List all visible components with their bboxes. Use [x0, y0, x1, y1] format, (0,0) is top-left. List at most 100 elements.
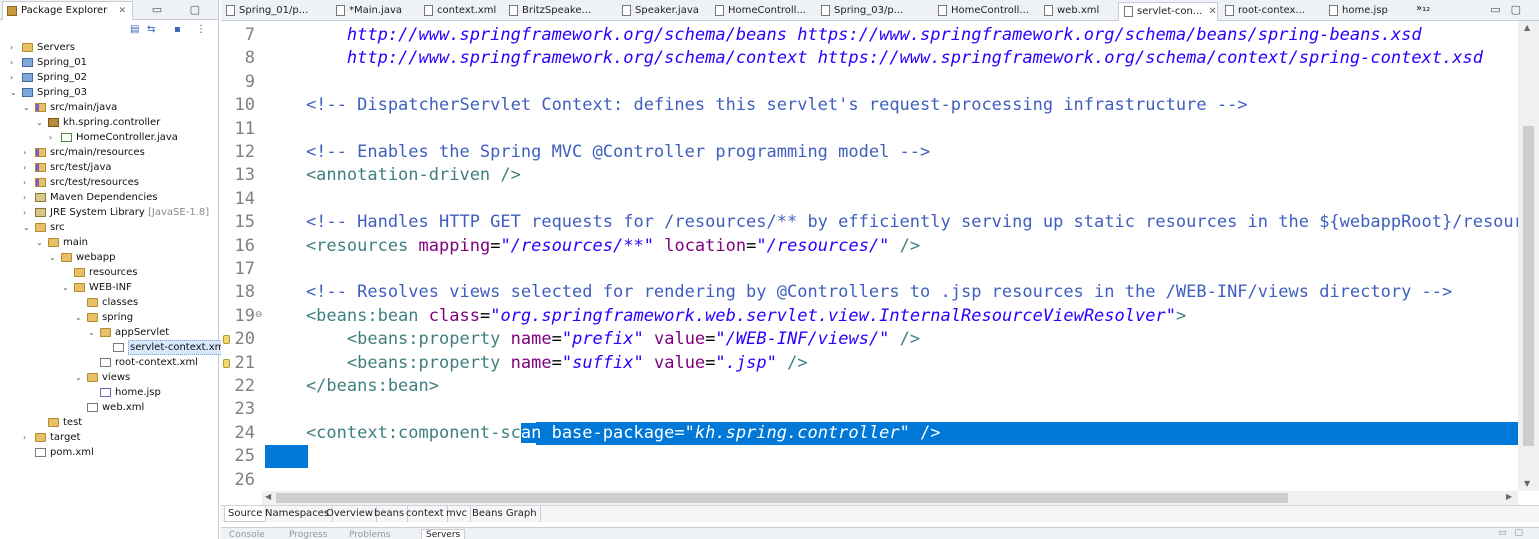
tree-item[interactable]: ⌄ src/main/java: [0, 100, 218, 115]
editor-tab[interactable]: Spring_01/p...: [221, 2, 308, 21]
tree-item[interactable]: › target: [0, 430, 218, 445]
more-tabs-indicator[interactable]: »₁₂: [1416, 3, 1430, 14]
collapsed-arrow-icon[interactable]: ›: [23, 175, 32, 190]
tree-item[interactable]: test: [0, 415, 218, 430]
editor-tab[interactable]: context.xml: [419, 2, 496, 21]
collapsed-arrow-icon[interactable]: ›: [49, 130, 58, 145]
code-line[interactable]: http://www.springframework.org/schema/be…: [265, 24, 1422, 47]
tree-item[interactable]: › Servers: [0, 40, 218, 55]
code-line[interactable]: <beans:property name="suffix" value=".js…: [265, 352, 808, 375]
warning-marker-icon[interactable]: [223, 358, 230, 368]
tree-item[interactable]: ⌄ Spring_03: [0, 85, 218, 100]
tree-item[interactable]: ⌄ appServlet: [0, 325, 218, 340]
close-icon[interactable]: ✕: [1208, 6, 1216, 17]
editor-tab[interactable]: web.xml: [1039, 2, 1099, 21]
editor-tab[interactable]: servlet-con... ✕: [1118, 2, 1218, 21]
code-line[interactable]: <!-- Handles HTTP GET requests for /reso…: [265, 211, 1518, 234]
vertical-scroll-thumb[interactable]: [1523, 126, 1534, 446]
editor-window-buttons[interactable]: ▭▢: [1490, 3, 1531, 16]
code-line[interactable]: </beans:bean>: [265, 375, 439, 398]
expanded-arrow-icon[interactable]: ⌄: [23, 100, 32, 115]
tree-item[interactable]: web.xml: [0, 400, 218, 415]
editor-page-tab[interactable]: mvc: [443, 506, 472, 522]
tree-item[interactable]: › src/test/resources: [0, 175, 218, 190]
tree-item[interactable]: ⌄ webapp: [0, 250, 218, 265]
tree-item[interactable]: classes: [0, 295, 218, 310]
fold-toggle-icon[interactable]: ⊖: [255, 310, 263, 320]
tree-item[interactable]: pom.xml: [0, 445, 218, 460]
editor-page-tab[interactable]: Overview: [323, 506, 378, 522]
focus-icon[interactable]: ▪: [174, 24, 186, 36]
collapse-all-icon[interactable]: ▤: [130, 24, 142, 36]
xml-editor[interactable]: 7 8 9 10 11 12 13 14 15 16 17 18 19 ⊖ 20 21 22 23 24 25 26 h…: [221, 21, 1518, 491]
expanded-arrow-icon[interactable]: ⌄: [88, 325, 97, 340]
expanded-arrow-icon[interactable]: ⌄: [36, 115, 45, 130]
code-line[interactable]: http://www.springframework.org/schema/co…: [265, 47, 1483, 70]
code-line[interactable]: <!-- Enables the Spring MVC @Controller …: [265, 141, 930, 164]
collapsed-arrow-icon[interactable]: ›: [23, 160, 32, 175]
tree-item[interactable]: home.jsp: [0, 385, 218, 400]
scroll-right-icon[interactable]: ▶: [1506, 492, 1512, 501]
tree-item[interactable]: resources: [0, 265, 218, 280]
scroll-up-icon[interactable]: ▲: [1524, 23, 1530, 32]
tree-item[interactable]: › Spring_01: [0, 55, 218, 70]
tree-item[interactable]: › src/main/resources: [0, 145, 218, 160]
editor-page-tab[interactable]: Beans Graph: [469, 506, 541, 522]
tree-item[interactable]: root-context.xml: [0, 355, 218, 370]
package-explorer-tab[interactable]: Package Explorer ✕: [2, 1, 133, 20]
close-icon[interactable]: ✕: [118, 6, 126, 16]
editor-tab[interactable]: root-contex...: [1220, 2, 1305, 21]
code-line[interactable]: <annotation-driven />: [265, 164, 521, 187]
editor-tab[interactable]: HomeControll...: [933, 2, 1029, 21]
tree-item[interactable]: › HomeController.java: [0, 130, 218, 145]
tree-item[interactable]: › Maven Dependencies: [0, 190, 218, 205]
code-line[interactable]: <context:component-scan base-package="kh…: [265, 422, 941, 445]
scroll-left-icon[interactable]: ◀: [265, 492, 271, 501]
tree-item[interactable]: › JRE System Library [JavaSE-1.8]: [0, 205, 218, 220]
view-tab[interactable]: Console: [229, 530, 265, 539]
editor-tab[interactable]: HomeControll...: [710, 2, 806, 21]
tree-item[interactable]: ⌄ src: [0, 220, 218, 235]
expanded-arrow-icon[interactable]: ⌄: [75, 310, 84, 325]
code-line[interactable]: <beans:bean class="org.springframework.w…: [265, 305, 1186, 328]
collapsed-arrow-icon[interactable]: ›: [23, 205, 32, 220]
tree-item[interactable]: servlet-context.xml: [0, 340, 230, 355]
code-line[interactable]: <!-- DispatcherServlet Context: defines …: [265, 94, 1248, 117]
tree-item[interactable]: ⌄ WEB-INF: [0, 280, 218, 295]
view-tab[interactable]: Progress: [289, 530, 327, 539]
collapsed-arrow-icon[interactable]: ›: [10, 70, 19, 85]
tree-item[interactable]: ⌄ views: [0, 370, 218, 385]
collapsed-arrow-icon[interactable]: ›: [10, 55, 19, 70]
scroll-down-icon[interactable]: ▼: [1524, 479, 1530, 488]
view-tab[interactable]: Problems: [349, 530, 390, 539]
expanded-arrow-icon[interactable]: ⌄: [75, 370, 84, 385]
code-line[interactable]: <resources mapping="/resources/**" locat…: [265, 235, 920, 258]
expanded-arrow-icon[interactable]: ⌄: [49, 250, 58, 265]
editor-tab[interactable]: home.jsp: [1324, 2, 1388, 21]
editor-page-tab[interactable]: context: [403, 506, 448, 522]
collapsed-arrow-icon[interactable]: ›: [10, 40, 19, 55]
collapsed-arrow-icon[interactable]: ›: [23, 145, 32, 160]
tree-item[interactable]: ⌄ main: [0, 235, 218, 250]
expanded-arrow-icon[interactable]: ⌄: [10, 85, 19, 100]
tree-item[interactable]: › src/test/java: [0, 160, 218, 175]
tree-item[interactable]: ⌄ spring: [0, 310, 218, 325]
collapsed-arrow-icon[interactable]: ›: [23, 190, 32, 205]
expanded-arrow-icon[interactable]: ⌄: [23, 220, 32, 235]
horizontal-scrollbar[interactable]: ◀ ▶: [262, 491, 1518, 505]
code-line[interactable]: <!-- Resolves views selected for renderi…: [265, 281, 1452, 304]
warning-marker-icon[interactable]: [223, 335, 230, 345]
tree-item[interactable]: › Spring_02: [0, 70, 218, 85]
code-line[interactable]: <beans:property name="prefix" value="/WE…: [265, 328, 920, 351]
collapsed-arrow-icon[interactable]: ›: [23, 430, 32, 445]
expanded-arrow-icon[interactable]: ⌄: [36, 235, 45, 250]
editor-tab[interactable]: Speaker.java: [617, 2, 699, 21]
editor-tab[interactable]: *Main.java: [331, 2, 402, 21]
expanded-arrow-icon[interactable]: ⌄: [62, 280, 71, 295]
view-menu-icon[interactable]: ⋮: [196, 24, 208, 36]
editor-tab[interactable]: Spring_03/p...: [816, 2, 903, 21]
editor-tab[interactable]: BritzSpeake...: [504, 2, 591, 21]
vertical-scrollbar[interactable]: ▲ ▼: [1518, 21, 1539, 491]
link-with-editor-icon[interactable]: ⇆: [147, 24, 159, 36]
view-window-buttons-bottom[interactable]: ▭▢: [1498, 528, 1531, 538]
